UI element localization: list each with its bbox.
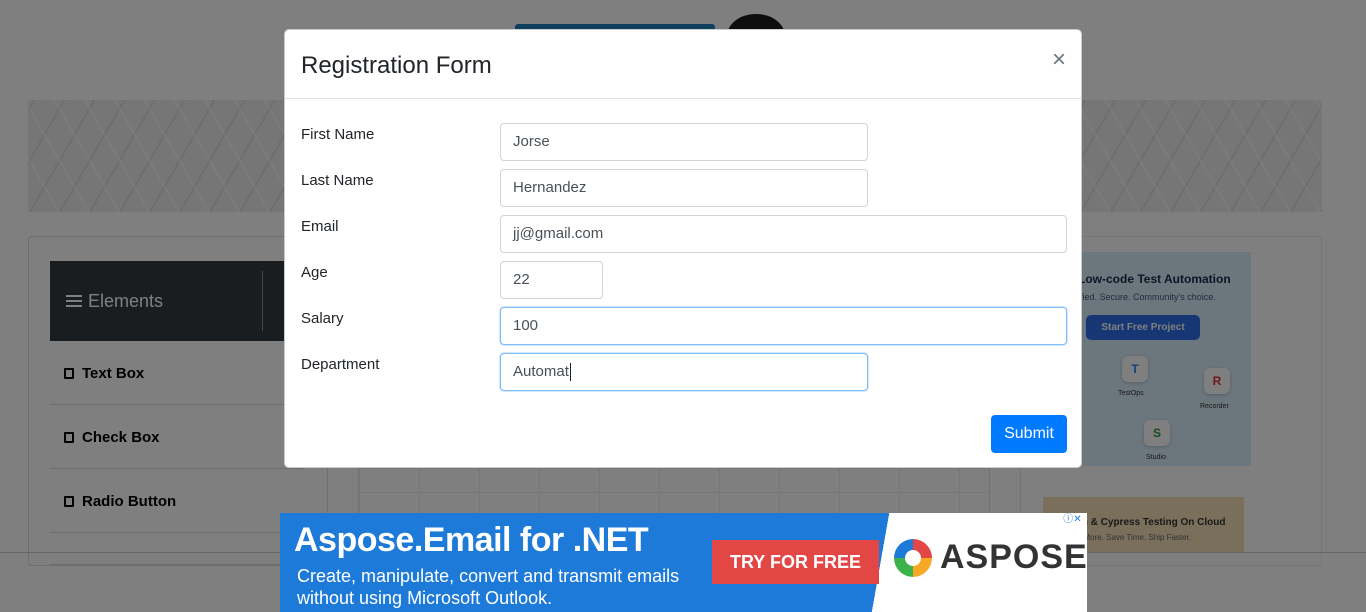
aspose-logo-icon bbox=[894, 538, 932, 577]
first-name-input[interactable]: Jorse bbox=[500, 123, 868, 161]
registration-modal: Registration Form × First Name Jorse Las… bbox=[284, 29, 1082, 468]
email-input[interactable]: jj@gmail.com bbox=[500, 215, 1067, 253]
age-input[interactable]: 22 bbox=[500, 261, 603, 299]
aspose-brand: ASPOSE bbox=[894, 538, 1087, 577]
submit-button[interactable]: Submit bbox=[991, 415, 1067, 453]
aspose-brand-text: ASPOSE bbox=[940, 538, 1087, 576]
age-label: Age bbox=[301, 264, 328, 281]
department-input-text: Automat bbox=[513, 363, 569, 380]
close-icon[interactable]: × bbox=[1049, 48, 1069, 72]
modal-title: Registration Form bbox=[301, 52, 492, 79]
last-name-input[interactable]: Hernandez bbox=[500, 169, 868, 207]
last-name-label: Last Name bbox=[301, 172, 374, 189]
ad-headline: Aspose.Email for .NET bbox=[294, 521, 649, 559]
department-label: Department bbox=[301, 356, 380, 373]
text-caret bbox=[569, 363, 571, 382]
ad-body-text: Create, manipulate, convert and transmit… bbox=[297, 565, 679, 609]
bottom-ad-aspose[interactable]: Aspose.Email for .NET Create, manipulate… bbox=[280, 513, 1087, 612]
modal-header: Registration Form × bbox=[285, 30, 1081, 99]
email-label: Email bbox=[301, 218, 339, 235]
first-name-label: First Name bbox=[301, 126, 375, 143]
salary-input[interactable]: 100 bbox=[500, 307, 1067, 345]
adchoices-icon[interactable]: ⓘ✕ bbox=[1058, 513, 1087, 527]
try-for-free-button[interactable]: TRY FOR FREE bbox=[712, 540, 879, 584]
ad-body-line-2: without using Microsoft Outlook. bbox=[297, 588, 553, 608]
department-input[interactable]: Automat bbox=[500, 353, 868, 391]
ad-body-line-1: Create, manipulate, convert and transmit… bbox=[297, 566, 680, 586]
salary-label: Salary bbox=[301, 310, 344, 327]
